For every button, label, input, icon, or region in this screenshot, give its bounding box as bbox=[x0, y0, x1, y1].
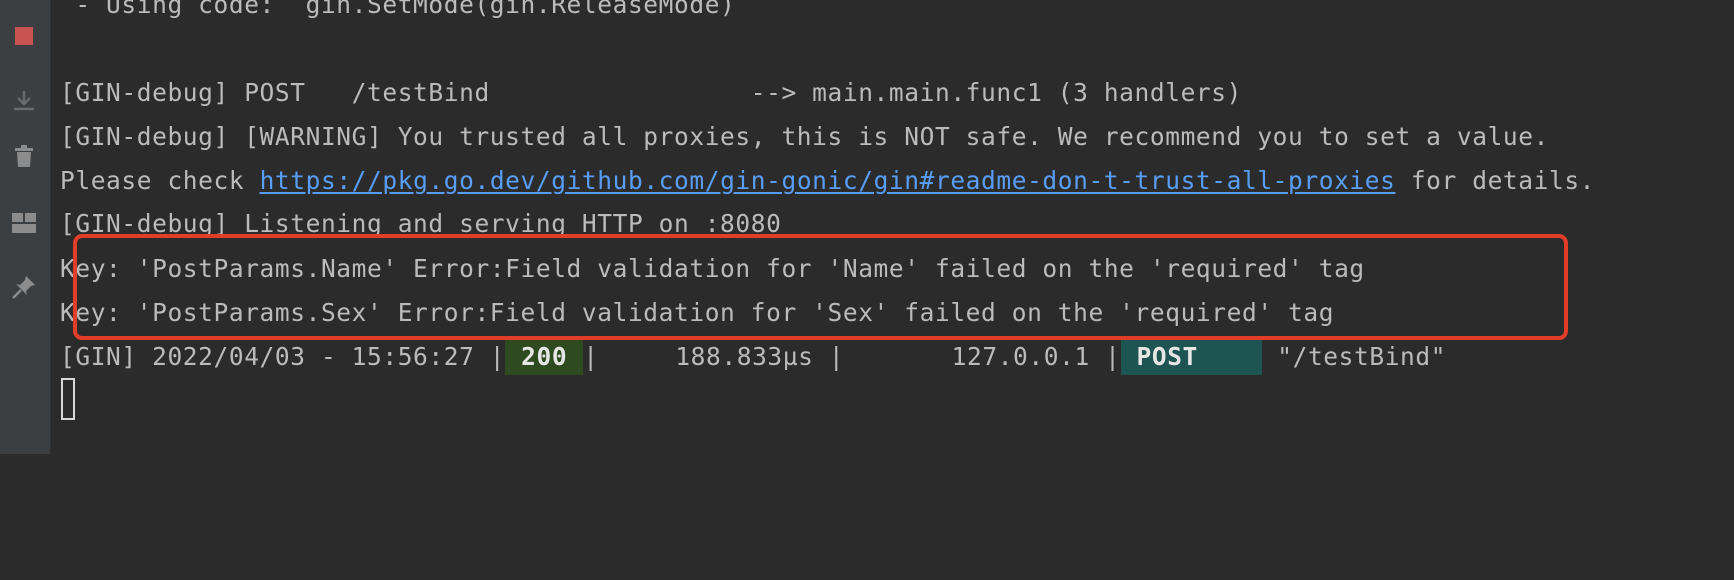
console-toolbar bbox=[0, 0, 51, 454]
scroll-to-end-icon[interactable] bbox=[11, 88, 37, 114]
request-log-line: [GIN] 2022/04/03 - 15:56:27 | 200 | 188.83… bbox=[60, 335, 1446, 379]
check-suffix: for details. bbox=[1395, 166, 1596, 195]
stop-icon[interactable] bbox=[11, 23, 37, 49]
status-code-badge: 200 bbox=[505, 339, 584, 375]
http-method-badge: POST bbox=[1120, 339, 1262, 375]
console-line-route: [GIN-debug] POST /testBind --> main.main… bbox=[60, 78, 1242, 107]
check-prefix: Please check bbox=[60, 166, 260, 195]
console-line-warning: [GIN-debug] [WARNING] You trusted all pr… bbox=[60, 122, 1549, 151]
trash-icon[interactable] bbox=[11, 143, 37, 169]
request-path: "/testBind" bbox=[1261, 342, 1447, 371]
layout-icon[interactable] bbox=[11, 210, 37, 236]
error-highlight-box bbox=[73, 234, 1568, 340]
console-output: - Using code: gin.SetMode(gin.ReleaseMod… bbox=[51, 0, 1734, 454]
terminal-cursor[interactable] bbox=[61, 378, 75, 420]
console-line-mode-hint: - Using code: gin.SetMode(gin.ReleaseMod… bbox=[60, 0, 736, 19]
request-log-latency: | 188.833µs | 127.0.0.1 | bbox=[583, 342, 1121, 371]
proxies-docs-link[interactable]: https://pkg.go.dev/github.com/gin-gonic/… bbox=[260, 166, 1396, 195]
request-log-prefix: [GIN] 2022/04/03 - 15:56:27 | bbox=[60, 342, 506, 371]
console-line-check: Please check https://pkg.go.dev/github.c… bbox=[60, 159, 1595, 203]
pin-icon[interactable] bbox=[11, 274, 37, 300]
